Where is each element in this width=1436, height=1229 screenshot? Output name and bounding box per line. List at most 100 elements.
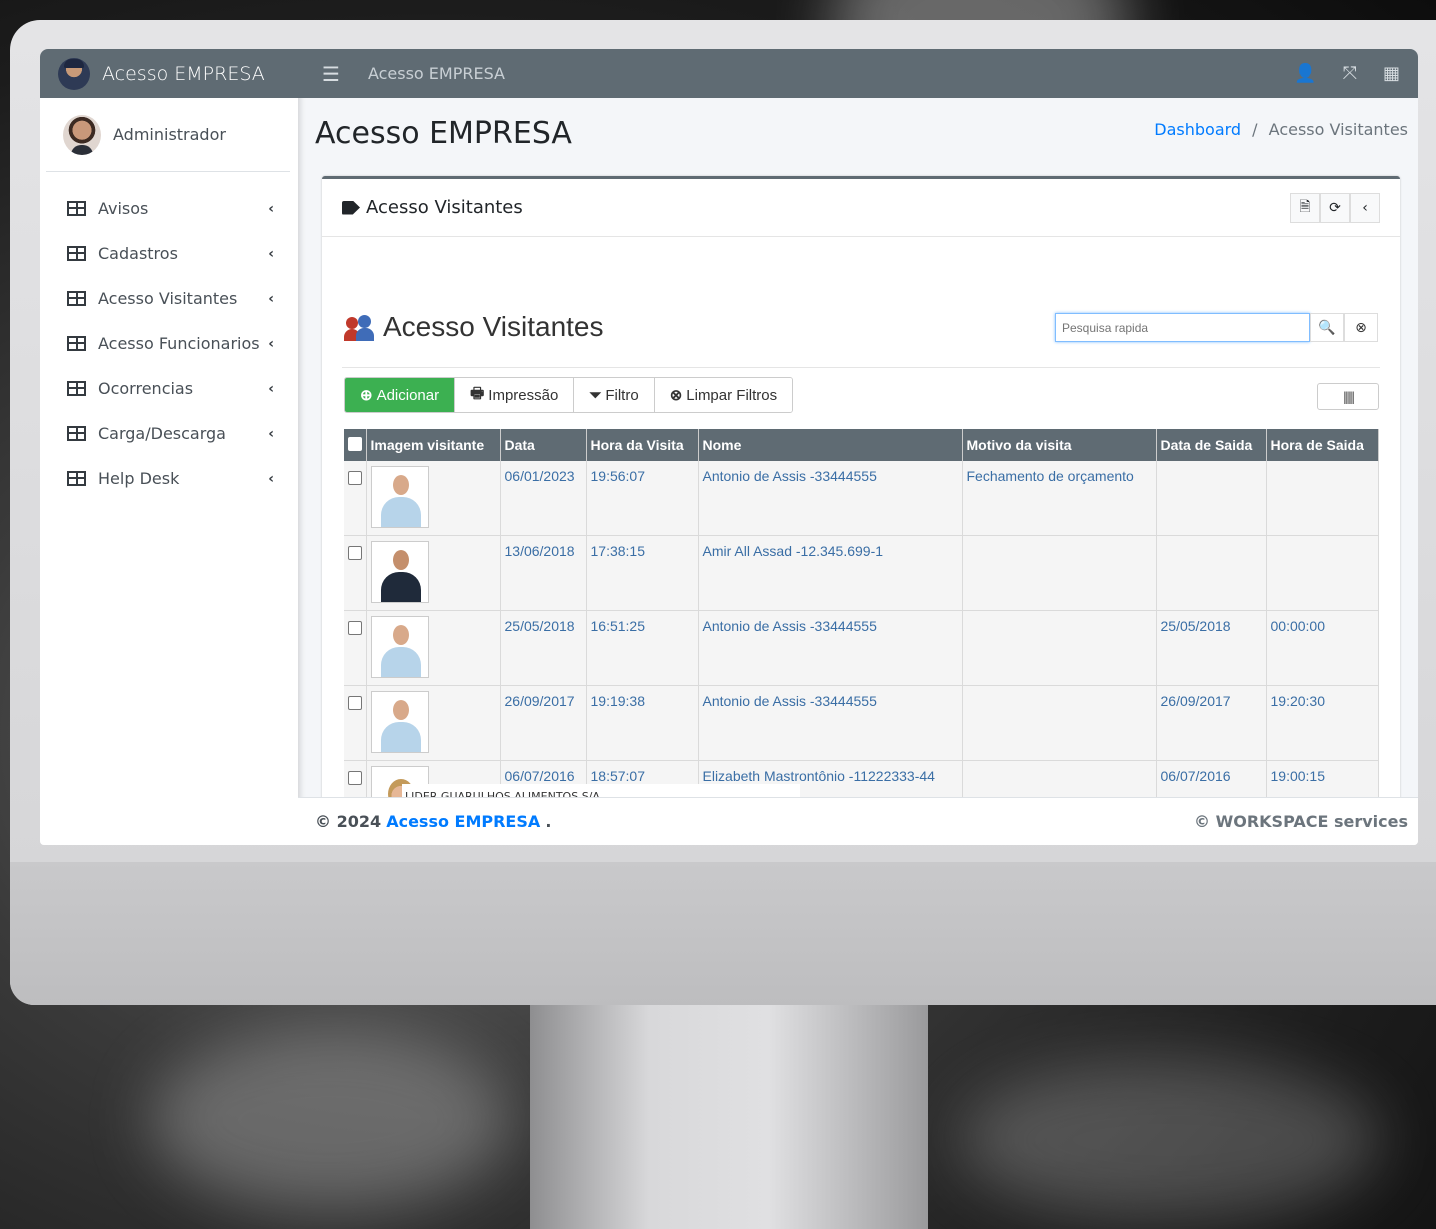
exit-date[interactable]: 26/09/2017	[1156, 685, 1267, 761]
table-icon	[67, 246, 86, 261]
row-checkbox[interactable]	[348, 696, 362, 710]
table-row[interactable]: 06/01/2023 19:56:07 Antonio de Assis -33…	[344, 461, 1379, 536]
sidebar-item-label: Acesso Funcionarios	[98, 334, 260, 353]
visit-time[interactable]: 19:19:38	[586, 685, 699, 761]
visitor-photo[interactable]	[370, 541, 429, 603]
user-panel[interactable]: Administrador	[46, 98, 290, 172]
collapse-button[interactable]: ‹	[1350, 192, 1380, 223]
visit-reason[interactable]	[962, 535, 1157, 611]
column-header[interactable]: Data de Saida	[1156, 429, 1267, 461]
visitor-photo[interactable]	[370, 616, 429, 678]
columns-icon: |||||	[1342, 389, 1355, 404]
guard-logo-icon	[58, 57, 90, 90]
column-header[interactable]: Data	[500, 429, 587, 461]
quick-search: 🔍 ⊗	[1055, 313, 1378, 342]
visit-time[interactable]: 19:56:07	[586, 461, 699, 536]
sidebar-item-avisos[interactable]: Avisos ‹	[40, 186, 298, 231]
print-button[interactable]: 🖶 Impressão	[455, 378, 575, 412]
visitor-name[interactable]: Amir All Assad -12.345.699-1	[698, 535, 963, 611]
fullscreen-icon[interactable]: ⤧	[1343, 63, 1357, 84]
chevron-left-icon: ‹	[268, 245, 274, 262]
sidebar-item-label: Carga/Descarga	[98, 424, 226, 443]
sidebar-item-carga-descarga[interactable]: Carga/Descarga ‹	[40, 411, 298, 456]
search-icon[interactable]: 🔍	[1310, 313, 1344, 342]
footer-credit: © WORKSPACE services	[1194, 812, 1408, 831]
table-row[interactable]: 13/06/2018 17:38:15 Amir All Assad -12.3…	[344, 535, 1379, 611]
row-checkbox[interactable]	[348, 546, 362, 560]
row-checkbox[interactable]	[348, 471, 362, 485]
exit-time[interactable]	[1266, 535, 1379, 611]
visit-reason[interactable]	[962, 685, 1157, 761]
topbar-title[interactable]: Acesso EMPRESA	[368, 64, 505, 83]
visit-date[interactable]: 13/06/2018	[500, 535, 587, 611]
exit-time[interactable]: 19:20:30	[1266, 685, 1379, 761]
column-header[interactable]: Nome	[698, 429, 963, 461]
clear-search-icon[interactable]: ⊗	[1344, 313, 1378, 342]
grid-title-text: Acesso Visitantes	[383, 311, 604, 342]
add-button[interactable]: ⊕ Adicionar	[345, 378, 456, 412]
refresh-button[interactable]: ⟳	[1320, 192, 1350, 223]
breadcrumb-dashboard-link[interactable]: Dashboard	[1154, 120, 1241, 139]
visit-reason[interactable]: Fechamento de orçamento	[962, 461, 1157, 536]
visit-time[interactable]: 17:38:15	[586, 535, 699, 611]
visit-reason[interactable]	[962, 610, 1157, 686]
sidebar-item-label: Help Desk	[98, 469, 180, 488]
sidebar: Acesso EMPRESA Administrador Avisos ‹ Ca…	[40, 49, 298, 845]
user-icon[interactable]: 👤	[1294, 63, 1316, 84]
breadcrumb: Dashboard / Acesso Visitantes	[1154, 120, 1408, 139]
column-header[interactable]: Motivo da visita	[962, 429, 1157, 461]
times-circle-icon: ⊗	[669, 387, 683, 404]
exit-date[interactable]: 25/05/2018	[1156, 610, 1267, 686]
chevron-left-icon: ‹	[268, 425, 274, 442]
filter-button[interactable]: ⏷ Filtro	[574, 378, 655, 412]
visit-date[interactable]: 06/01/2023	[500, 461, 587, 536]
table-row[interactable]: 25/05/2018 16:51:25 Antonio de Assis -33…	[344, 610, 1379, 686]
table-icon	[67, 381, 86, 396]
visitor-name[interactable]: Antonio de Assis -33444555	[698, 685, 963, 761]
breadcrumb-separator: /	[1252, 120, 1258, 139]
monitor-stand	[530, 1005, 928, 1229]
search-input[interactable]	[1055, 313, 1310, 342]
row-checkbox[interactable]	[348, 621, 362, 635]
sidebar-item-label: Avisos	[98, 199, 149, 218]
brand-title: Acesso EMPRESA	[102, 62, 265, 85]
row-checkbox[interactable]	[348, 771, 362, 785]
columns-button[interactable]: |||||	[1317, 383, 1379, 410]
sidebar-item-cadastros[interactable]: Cadastros ‹	[40, 231, 298, 276]
column-header[interactable]: Hora de Saida	[1266, 429, 1379, 461]
footer-copyright: © 2024 Acesso EMPRESA .	[315, 812, 552, 831]
sidebar-item-help-desk[interactable]: Help Desk ‹	[40, 456, 298, 501]
visit-date[interactable]: 25/05/2018	[500, 610, 587, 686]
export-file-button[interactable]: 🗎	[1290, 192, 1320, 223]
sidebar-item-label: Acesso Visitantes	[98, 289, 238, 308]
visitor-photo[interactable]	[370, 691, 429, 753]
clear-filters-button[interactable]: ⊗ Limpar Filtros	[654, 378, 793, 412]
visitors-table: Imagem visitante Data Hora da Visita Nom…	[344, 429, 1379, 816]
exit-date[interactable]	[1156, 461, 1267, 536]
exit-time[interactable]	[1266, 461, 1379, 536]
table-header-row: Imagem visitante Data Hora da Visita Nom…	[344, 429, 1379, 461]
column-header[interactable]: Hora da Visita	[586, 429, 699, 461]
sidebar-item-acesso-funcionarios[interactable]: Acesso Funcionarios ‹	[40, 321, 298, 366]
brand-link[interactable]: Acesso EMPRESA	[40, 49, 298, 98]
visit-time[interactable]: 16:51:25	[586, 610, 699, 686]
table-row[interactable]: 26/09/2017 19:19:38 Antonio de Assis -33…	[344, 685, 1379, 761]
sidebar-item-ocorrencias[interactable]: Ocorrencias ‹	[40, 366, 298, 411]
visitor-photo[interactable]	[370, 466, 429, 528]
visit-date[interactable]: 26/09/2017	[500, 685, 587, 761]
sidebar-item-label: Cadastros	[98, 244, 178, 263]
hamburger-menu-icon[interactable]: ☰	[322, 62, 340, 86]
card-body: Acesso Visitantes 🔍 ⊗ ⊕Adicionar 🖶Impres…	[322, 237, 1400, 816]
select-all-checkbox[interactable]	[348, 436, 362, 451]
visitor-name[interactable]: Antonio de Assis -33444555	[698, 461, 963, 536]
exit-date[interactable]	[1156, 535, 1267, 611]
tag-icon	[342, 200, 360, 215]
visitor-name[interactable]: Antonio de Assis -33444555	[698, 610, 963, 686]
footer-brand-link[interactable]: Acesso EMPRESA	[386, 812, 540, 831]
exit-time[interactable]: 00:00:00	[1266, 610, 1379, 686]
sidebar-item-acesso-visitantes[interactable]: Acesso Visitantes ‹	[40, 276, 298, 321]
visitors-card: Acesso Visitantes 🗎 ⟳ ‹ Acesso Visitante…	[322, 176, 1400, 816]
monitor-chin	[10, 862, 1436, 1005]
apps-grid-icon[interactable]: ▦	[1383, 63, 1400, 84]
column-header[interactable]: Imagem visitante	[366, 429, 501, 461]
